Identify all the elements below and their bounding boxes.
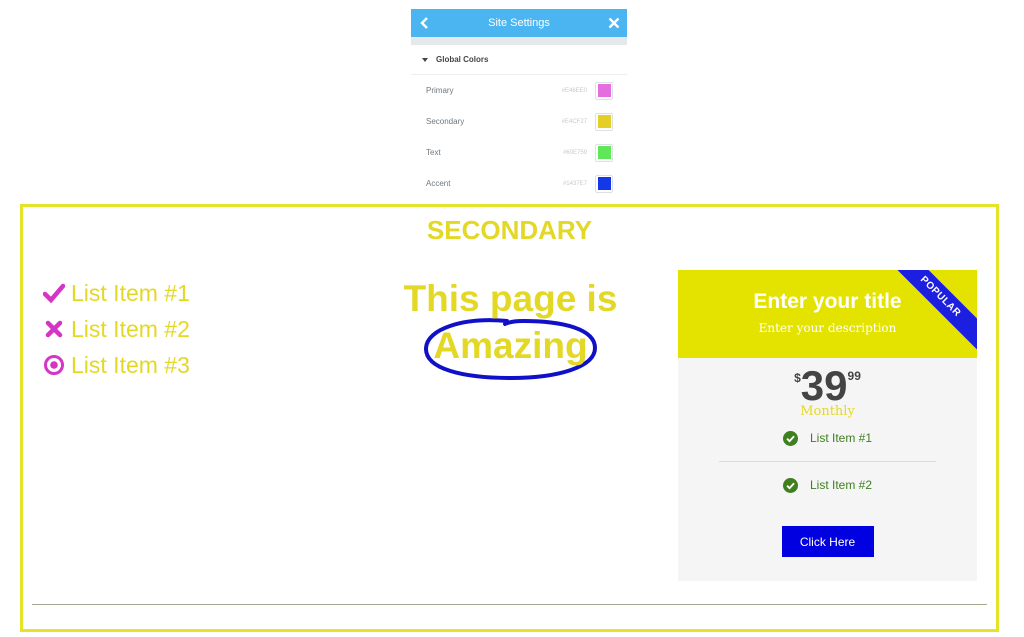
icon-list-item: List Item #1 [43,275,190,311]
headline-line-1: This page is [403,278,618,319]
color-name: Secondary [426,117,465,126]
color-swatch-button[interactable] [595,81,613,100]
feature-divider [719,461,936,462]
caret-down-icon [422,57,428,62]
feature-label: List Item #2 [809,478,873,492]
icon-list-item: List Item #3 [43,347,190,383]
click-here-button[interactable]: Click Here [781,526,874,557]
preview-frame: SECONDARY List Item #1 List Item #2 List… [20,204,999,632]
color-row-primary: Primary #E46EE0 [411,75,627,106]
close-icon[interactable] [606,13,622,33]
color-name: Primary [426,86,454,95]
color-hex: #1437E7 [562,180,587,187]
icon-list-item: List Item #2 [43,311,190,347]
icon-list-label: List Item #1 [71,279,190,306]
icon-list-label: List Item #3 [71,351,190,378]
panel-subbar [411,37,627,45]
color-name: Text [426,148,441,157]
price-description: Enter your description [758,321,897,335]
color-swatch [597,177,611,190]
check-circle-icon [782,430,798,446]
global-colors-toggle[interactable]: Global Colors [411,45,627,75]
check-circle-icon [782,477,798,493]
price-fraction: 99 [847,369,861,383]
color-swatch-button[interactable] [595,174,613,193]
divider-line [32,604,987,605]
times-icon [43,318,65,340]
color-hex: #60E759 [562,149,587,156]
color-hex: #E4CF27 [561,118,587,125]
color-swatch [597,84,611,97]
price-integer: 39 [800,362,848,409]
dot-circle-icon [43,354,65,376]
icon-list-label: List Item #2 [71,315,190,342]
section-title: Global Colors [436,55,489,64]
color-row-text: Text #60E759 [411,137,627,168]
site-settings-panel: Site Settings Global Colors Primary #E46… [411,9,627,204]
color-row-accent: Accent #1437E7 [411,168,627,199]
price-currency: $ [794,371,801,385]
headline-highlight-word: Amazing [433,325,588,366]
color-hex: #E46EE0 [561,87,587,94]
panel-header: Site Settings [411,9,627,37]
color-swatch [597,146,611,159]
color-name: Accent [426,179,451,188]
chevron-left-icon[interactable] [417,13,433,33]
feature-item: List Item #1 [678,419,977,457]
animated-headline: This page is Amazing [383,275,638,381]
check-icon [43,282,65,304]
color-swatch-button[interactable] [595,112,613,131]
price-amount: $3999 [678,362,977,409]
price-table-header: Enter your title Enter your description … [678,270,977,358]
color-swatch [597,115,611,128]
color-swatch-button[interactable] [595,143,613,162]
feature-item: List Item #2 [678,466,977,504]
price-table: Enter your title Enter your description … [678,270,977,581]
color-row-secondary: Secondary #E4CF27 [411,106,627,137]
secondary-heading: SECONDARY [426,215,593,245]
panel-title: Site Settings [488,17,550,29]
icon-list: List Item #1 List Item #2 List Item #3 [43,275,190,383]
feature-label: List Item #1 [809,431,873,445]
